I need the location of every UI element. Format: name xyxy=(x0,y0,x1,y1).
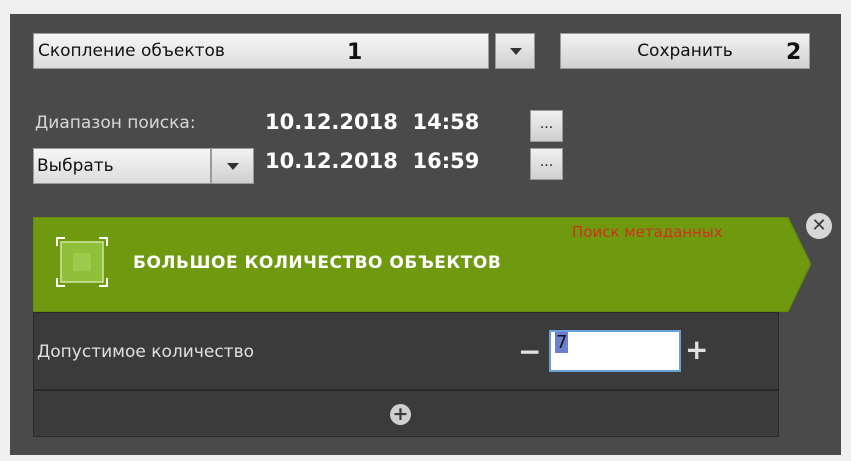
search-range-label: Диапазон поиска: xyxy=(35,113,196,133)
search-type-value: Скопление объектов xyxy=(38,41,225,61)
period-dropdown-button[interactable] xyxy=(211,148,254,184)
add-circle-icon[interactable]: + xyxy=(390,404,411,425)
save-button-label: Сохранить xyxy=(637,41,733,61)
annotation-1: 1 xyxy=(347,40,363,65)
increment-button[interactable]: + xyxy=(685,333,708,366)
to-datetime[interactable]: 10.12.2018 16:59 xyxy=(265,149,479,173)
dropdown-arrow-icon xyxy=(227,163,239,170)
allowed-count-label: Допустимое количество xyxy=(37,342,254,362)
period-select[interactable]: Выбрать xyxy=(33,148,211,184)
save-button[interactable]: Сохранить xyxy=(560,33,810,69)
close-icon[interactable]: ✕ xyxy=(806,213,832,239)
object-area-icon xyxy=(56,237,108,287)
period-select-value: Выбрать xyxy=(37,156,114,176)
metadata-search-label: Поиск метаданных xyxy=(572,223,723,241)
search-type-combobox[interactable]: Скопление объектов xyxy=(33,33,489,69)
condition-title: БОЛЬШОЕ КОЛИЧЕСТВО ОБЪЕКТОВ xyxy=(133,253,502,273)
from-datetime-picker-button[interactable]: ... xyxy=(530,110,563,142)
to-datetime-picker-button[interactable]: ... xyxy=(530,148,563,180)
from-datetime[interactable]: 10.12.2018 14:58 xyxy=(265,110,479,134)
dropdown-arrow-icon xyxy=(510,48,522,55)
annotation-2: 2 xyxy=(786,40,802,65)
allowed-count-input[interactable]: 7 xyxy=(549,330,681,372)
search-type-dropdown-button[interactable] xyxy=(495,33,535,69)
allowed-count-value: 7 xyxy=(555,332,569,353)
decrement-button[interactable]: − xyxy=(518,335,541,368)
